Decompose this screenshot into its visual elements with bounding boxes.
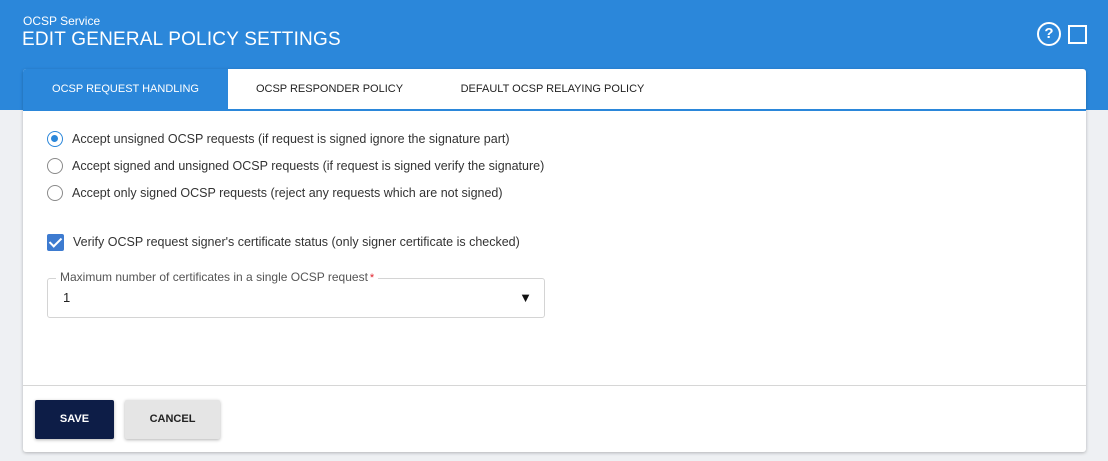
radio-option-accept-signed-and-unsigned[interactable]: Accept signed and unsigned OCSP requests… bbox=[47, 155, 544, 177]
dropdown-arrow-icon[interactable]: ▼ bbox=[519, 290, 532, 305]
radio-button[interactable] bbox=[47, 158, 63, 174]
tab-ocsp-responder-policy[interactable]: OCSP RESPONDER POLICY bbox=[228, 69, 431, 109]
tab-bar: OCSP REQUEST HANDLING OCSP RESPONDER POL… bbox=[23, 69, 1086, 111]
help-icon[interactable]: ? bbox=[1037, 22, 1061, 46]
cancel-button[interactable]: CANCEL bbox=[125, 400, 220, 439]
maximize-icon[interactable] bbox=[1068, 25, 1087, 44]
verify-signer-label: Verify OCSP request signer's certificate… bbox=[73, 235, 520, 249]
header-subtitle: OCSP Service bbox=[23, 14, 101, 28]
radio-button-selected[interactable] bbox=[47, 131, 63, 147]
page-title: EDIT GENERAL POLICY SETTINGS bbox=[22, 29, 341, 50]
radio-option-accept-only-signed[interactable]: Accept only signed OCSP requests (reject… bbox=[47, 182, 503, 204]
max-certificates-value: 1 bbox=[63, 290, 71, 305]
max-certificates-label-text: Maximum number of certificates in a sing… bbox=[60, 270, 368, 284]
radio-option-label: Accept signed and unsigned OCSP requests… bbox=[72, 159, 545, 173]
radio-option-label: Accept unsigned OCSP requests (if reques… bbox=[72, 132, 510, 146]
radio-option-accept-unsigned[interactable]: Accept unsigned OCSP requests (if reques… bbox=[47, 128, 510, 150]
footer-divider bbox=[23, 385, 1086, 386]
max-certificates-label: Maximum number of certificates in a sing… bbox=[56, 270, 379, 284]
max-certificates-select[interactable]: Maximum number of certificates in a sing… bbox=[47, 270, 545, 318]
tab-default-ocsp-relaying-policy[interactable]: DEFAULT OCSP RELAYING POLICY bbox=[431, 69, 674, 109]
tab-ocsp-request-handling[interactable]: OCSP REQUEST HANDLING bbox=[23, 69, 228, 109]
save-button[interactable]: SAVE bbox=[35, 400, 114, 439]
radio-option-label: Accept only signed OCSP requests (reject… bbox=[72, 186, 503, 200]
radio-button[interactable] bbox=[47, 185, 63, 201]
required-marker: * bbox=[369, 272, 375, 284]
verify-signer-checkbox[interactable] bbox=[47, 233, 64, 251]
settings-card: OCSP REQUEST HANDLING OCSP RESPONDER POL… bbox=[23, 69, 1086, 452]
verify-signer-checkbox-row[interactable]: Verify OCSP request signer's certificate… bbox=[47, 231, 520, 253]
